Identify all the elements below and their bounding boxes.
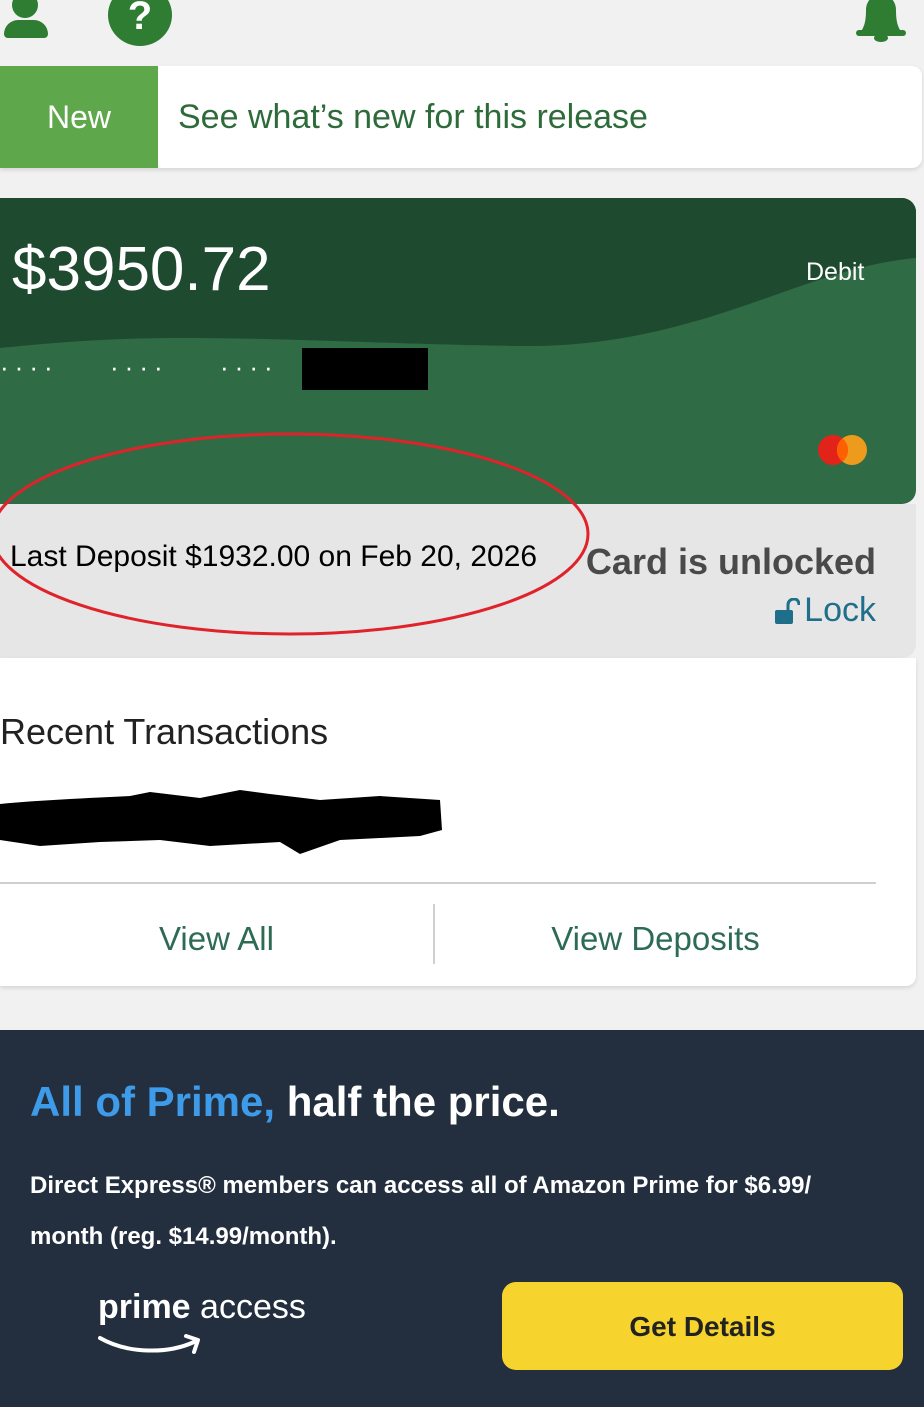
unlocked-padlock-icon [775,598,801,625]
help-button[interactable]: ? [108,0,172,46]
new-badge: New [0,66,158,168]
masked-card-group-3: ···· [220,352,279,382]
view-deposits-button[interactable]: View Deposits [435,920,876,958]
prime-access-logo: prime access [98,1288,306,1327]
recent-transactions-title: Recent Transactions [0,711,329,752]
mastercard-icon [818,435,867,465]
masked-card-group-1: ···· [0,352,59,382]
help-icon: ? [127,0,153,38]
prime-logo-rest: access [200,1288,306,1326]
bell-icon [856,0,906,42]
last-deposit-text: Last Deposit $1932.00 on Feb 20, 2026 [10,540,538,573]
card-type-label: Debit [806,258,865,286]
promo-description: Direct Express® members can access all o… [30,1172,812,1250]
amazon-smile-icon [98,1334,200,1354]
masked-card-group-2: ···· [110,352,169,382]
prime-logo-bold: prime [98,1288,191,1326]
lock-label: Lock [804,591,876,629]
view-all-button[interactable]: View All [0,920,433,958]
transactions-divider [0,882,876,884]
card-balance: $3950.72 [12,235,271,304]
promo-headline: All of Prime, half the price. [30,1078,560,1126]
whats-new-banner[interactable]: New See what’s new for this release [0,66,922,168]
lock-card-link[interactable]: Lock [774,591,876,630]
card-status-text: Card is unlocked [585,541,876,582]
redaction-box [302,348,428,390]
redaction-scribble [0,790,442,854]
get-details-button[interactable]: Get Details [502,1282,903,1370]
profile-button[interactable] [0,0,60,40]
whats-new-link[interactable]: See what’s new for this release [178,66,648,168]
notifications-button[interactable] [850,0,912,51]
promo-headline-highlight: All of Prime, [30,1078,276,1125]
promo-headline-rest: half the price. [286,1078,560,1125]
